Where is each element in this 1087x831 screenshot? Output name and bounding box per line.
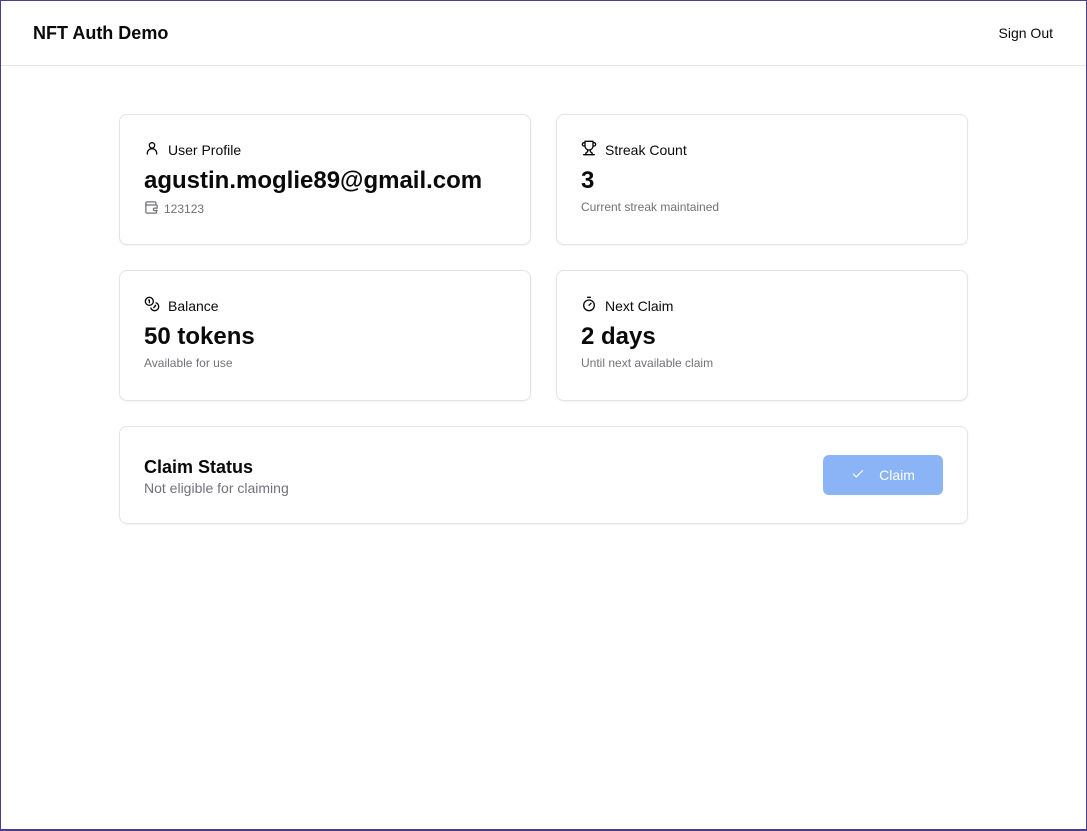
coins-icon: [144, 296, 160, 317]
claim-status-title: Claim Status: [144, 456, 254, 477]
app-window: NFT Auth Demo Sign Out User Profile agus…: [0, 0, 1087, 831]
sign-out-button[interactable]: Sign Out: [999, 25, 1053, 41]
streak-value: 3: [581, 167, 595, 194]
next-claim-value: 2 days: [581, 323, 656, 350]
card-header: User Profile: [144, 140, 506, 160]
claim-button[interactable]: Claim: [823, 455, 943, 495]
claim-status-text: Claim Status Not eligible for claiming: [144, 455, 289, 496]
card-header: Next Claim: [581, 296, 943, 316]
card-label: Next Claim: [605, 298, 674, 314]
claim-button-label: Claim: [879, 467, 915, 483]
card-label: Balance: [168, 298, 219, 314]
trophy-icon: [581, 140, 597, 161]
user-email: agustin.moglie89@gmail.com: [144, 167, 483, 194]
streak-count-card: Streak Count 3 Current streak maintained: [556, 114, 968, 245]
balance-value: 50 tokens: [144, 323, 255, 350]
claim-status-message: Not eligible for claiming: [144, 479, 289, 496]
claim-status-card: Claim Status Not eligible for claiming C…: [119, 426, 968, 524]
wallet-address: 123123: [164, 202, 205, 216]
stats-grid: User Profile agustin.moglie89@gmail.com …: [119, 114, 968, 401]
timer-icon: [581, 296, 597, 317]
balance-description: Available for use: [144, 356, 233, 370]
wallet-row: 123123: [144, 200, 506, 218]
streak-description: Current streak maintained: [581, 200, 720, 214]
wallet-icon: [144, 200, 159, 218]
user-icon: [144, 140, 160, 161]
next-claim-card: Next Claim 2 days Until next available c…: [556, 270, 968, 401]
card-header: Streak Count: [581, 140, 943, 160]
card-label: User Profile: [168, 142, 242, 158]
top-navbar: NFT Auth Demo Sign Out: [1, 1, 1086, 66]
card-label: Streak Count: [605, 142, 687, 158]
check-icon: [851, 467, 865, 484]
app-title: NFT Auth Demo: [33, 22, 169, 43]
user-profile-card: User Profile agustin.moglie89@gmail.com …: [119, 114, 531, 245]
card-header: Balance: [144, 296, 506, 316]
next-claim-description: Until next available claim: [581, 356, 714, 370]
dashboard: User Profile agustin.moglie89@gmail.com …: [119, 114, 968, 524]
balance-card: Balance 50 tokens Available for use: [119, 270, 531, 401]
